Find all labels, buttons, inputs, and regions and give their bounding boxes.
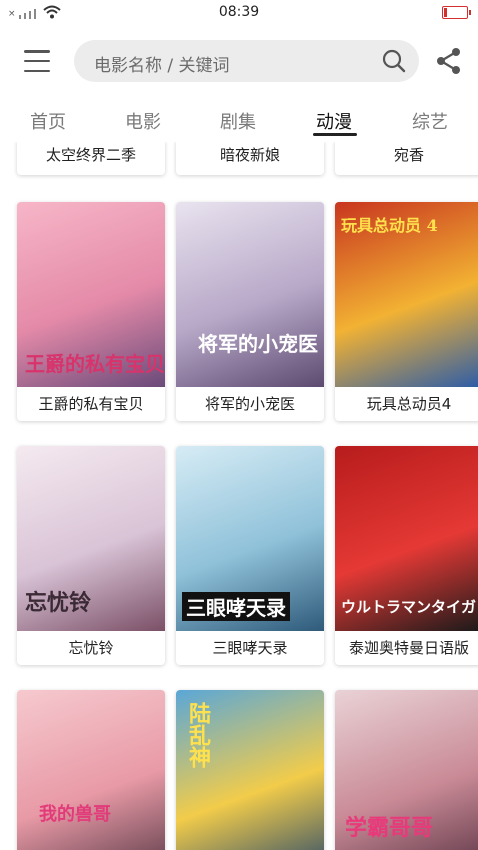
battery-low-icon	[442, 6, 471, 19]
tab-home[interactable]: 首页	[30, 108, 66, 134]
search-input[interactable]: 电影名称 / 关键词	[74, 40, 419, 82]
video-card[interactable]: 我的兽哥	[17, 690, 165, 850]
poster-image: 玩具总动员 4	[335, 202, 478, 387]
poster-image: 将军的小宠医	[176, 202, 324, 387]
video-grid: 太空终界二季 暗夜新娘 宛香 王爵的私有宝贝 王爵的私有宝贝 将军的小宠医 将军…	[0, 142, 478, 850]
menu-icon[interactable]	[20, 48, 54, 74]
video-card[interactable]: 学霸哥哥	[335, 690, 478, 850]
video-title: 泰迦奥特曼日语版	[348, 639, 469, 657]
video-card[interactable]: 宛香	[335, 142, 478, 175]
video-card[interactable]: 玩具总动员 4 玩具总动员4	[335, 202, 478, 421]
search-icon[interactable]	[381, 48, 407, 74]
video-card[interactable]: 太空终界二季	[17, 142, 165, 175]
video-title: 王爵的私有宝贝	[38, 395, 144, 413]
search-placeholder: 电影名称 / 关键词	[94, 56, 230, 76]
poster-text: 我的兽哥	[39, 804, 111, 825]
top-bar: 电影名称 / 关键词	[0, 38, 478, 84]
tab-anime[interactable]: 动漫	[316, 108, 352, 134]
tab-variety[interactable]: 综艺	[412, 108, 448, 134]
poster-image: 三眼哮天录	[176, 446, 324, 631]
tab-series[interactable]: 剧集	[220, 108, 256, 134]
status-bar: × 08:39	[0, 0, 478, 26]
video-title: 忘忧铃	[68, 639, 114, 657]
video-title: 宛香	[393, 146, 424, 164]
video-title: 暗夜新娘	[219, 146, 280, 164]
poster-image: 王爵的私有宝贝	[17, 202, 165, 387]
video-title: 玩具总动员4	[366, 395, 452, 413]
tab-movies[interactable]: 电影	[125, 108, 161, 134]
poster-text: 王爵的私有宝贝	[25, 352, 165, 376]
video-title: 将军的小宠医	[204, 395, 295, 413]
video-card[interactable]: 将军的小宠医 将军的小宠医	[176, 202, 324, 421]
active-tab-indicator	[313, 133, 357, 136]
video-title: 三眼哮天录	[212, 639, 288, 657]
poster-image: 我的兽哥	[17, 690, 165, 850]
status-time: 08:39	[218, 4, 260, 20]
video-card[interactable]: 王爵的私有宝贝 王爵的私有宝贝	[17, 202, 165, 421]
poster-text: 三眼哮天录	[182, 592, 290, 621]
video-card[interactable]: 三眼哮天录 三眼哮天录	[176, 446, 324, 665]
poster-image: 学霸哥哥	[335, 690, 478, 850]
video-card[interactable]: 陆乱神	[176, 690, 324, 850]
video-card[interactable]: ウルトラマンタイガ 泰迦奥特曼日语版	[335, 446, 478, 665]
video-card[interactable]: 暗夜新娘	[176, 142, 324, 175]
video-title: 太空终界二季	[45, 146, 136, 164]
video-card[interactable]: 忘忧铃 忘忧铃	[17, 446, 165, 665]
poster-image: ウルトラマンタイガ	[335, 446, 478, 631]
poster-image: 陆乱神	[176, 690, 324, 850]
poster-image: 忘忧铃	[17, 446, 165, 631]
poster-text: 陆乱神	[185, 702, 211, 768]
poster-text: 忘忧铃	[25, 590, 92, 616]
poster-text: ウルトラマンタイガ	[341, 598, 477, 616]
share-icon[interactable]	[434, 46, 464, 76]
category-tabs: 首页 电影 剧集 动漫 综艺	[0, 100, 478, 142]
poster-text: 将军的小宠医	[198, 332, 318, 356]
poster-text: 玩具总动员 4	[341, 216, 438, 235]
poster-text: 学霸哥哥	[345, 815, 434, 841]
